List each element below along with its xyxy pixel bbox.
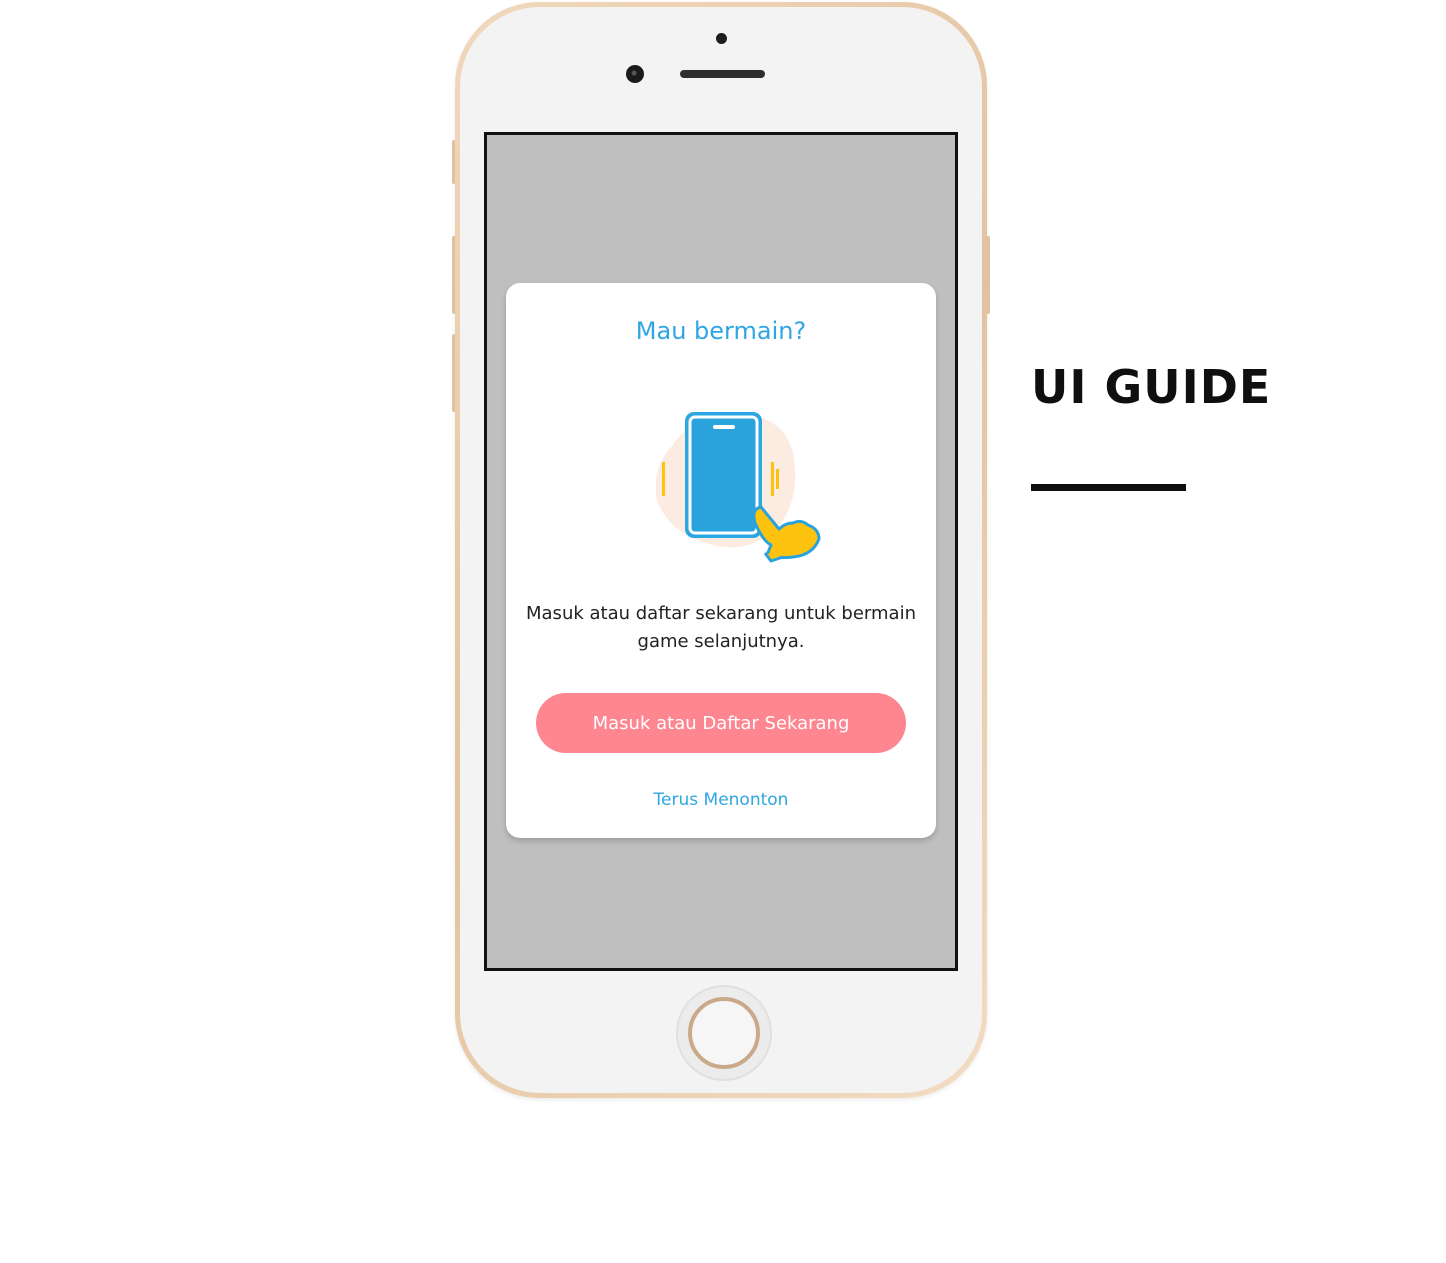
continue-watching-link[interactable]: Terus Menonton [506,790,936,810]
proximity-sensor [716,33,727,44]
home-button-ring [688,997,760,1069]
earpiece-speaker [680,70,765,78]
dialog-title: Mau bermain? [635,317,807,345]
phone-body: Mau bermain? Masuk atau daftar sekarang … [460,7,982,1093]
play-prompt-dialog: Mau bermain? Masuk atau daftar sekarang … [506,283,936,838]
phone-screen: Mau bermain? Masuk atau daftar sekarang … [484,132,958,971]
home-button [676,985,772,1081]
front-camera [626,65,644,83]
title-underline [1031,484,1186,491]
phone-mockup: Mau bermain? Masuk atau daftar sekarang … [455,2,987,1098]
dialog-message: Masuk atau daftar sekarang untuk bermain… [526,603,916,652]
tap-phone-icon [655,412,821,563]
login-register-button[interactable]: Masuk atau Daftar Sekarang [536,693,906,753]
ui-guide-title: UI GUIDE [1031,360,1272,414]
